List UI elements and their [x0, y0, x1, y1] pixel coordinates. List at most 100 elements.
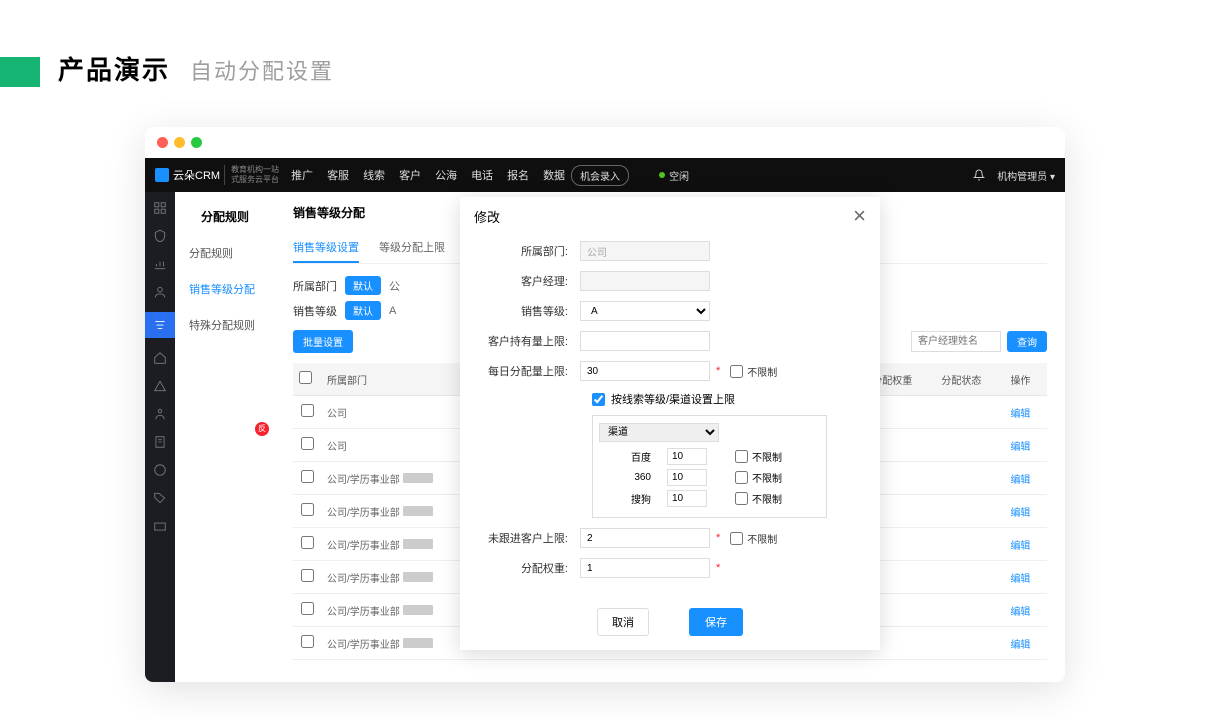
row-checkbox[interactable]	[301, 569, 314, 582]
side-panel: 分配规则 分配规则 销售等级分配 特殊分配规则	[175, 192, 275, 682]
tab-level-limit[interactable]: 等级分配上限	[379, 233, 445, 263]
filter-level-value: A	[389, 305, 396, 317]
modal-level-label: 销售等级:	[480, 303, 580, 319]
modal-weight-input[interactable]	[580, 558, 710, 578]
content-area: 反 销售等级分配 销售等级设置 等级分配上限 所属部门 默认 公 销售等级 默认…	[275, 192, 1065, 682]
nav-item-phone[interactable]: 电话	[471, 167, 493, 183]
sidebar-item-rules[interactable]: 分配规则	[175, 235, 275, 271]
channel-name: 360	[599, 472, 659, 483]
status-text: 空闲	[669, 168, 689, 183]
rail-triangle-icon[interactable]	[152, 378, 168, 394]
channel-toggle-label: 按线索等级/渠道设置上限	[611, 391, 735, 407]
select-all-checkbox[interactable]	[299, 371, 312, 384]
nav-item-pool[interactable]: 公海	[435, 167, 457, 183]
row-dept: 公司/学历事业部	[321, 495, 477, 528]
modal-daily-input[interactable]	[580, 361, 710, 381]
cancel-button[interactable]: 取消	[597, 608, 649, 636]
channel-limit-input[interactable]	[667, 448, 707, 465]
maximize-window-icon[interactable]	[191, 137, 202, 148]
channel-toggle-checkbox[interactable]	[592, 393, 605, 406]
nav-item-service[interactable]: 客服	[327, 167, 349, 183]
rail-chart-icon[interactable]	[152, 256, 168, 272]
edit-link[interactable]: 编辑	[1010, 607, 1030, 618]
modal-hold-input[interactable]	[580, 331, 710, 351]
channel-unlimited-check[interactable]: 不限制	[735, 449, 782, 464]
search-input[interactable]	[911, 331, 1001, 352]
row-checkbox[interactable]	[301, 437, 314, 450]
sidebar-item-special[interactable]: 特殊分配规则	[175, 307, 275, 343]
modal-title: 修改	[474, 207, 500, 226]
row-checkbox[interactable]	[301, 602, 314, 615]
row-dept: 公司/学历事业部	[321, 594, 477, 627]
edit-link[interactable]: 编辑	[1010, 640, 1030, 651]
filter-level-default-chip[interactable]: 默认	[345, 301, 381, 320]
edit-link[interactable]: 编辑	[1010, 541, 1030, 552]
sidebar-item-sales-level[interactable]: 销售等级分配	[175, 271, 275, 307]
channel-unlimited-check[interactable]: 不限制	[735, 491, 782, 506]
rail-shield-icon[interactable]	[152, 228, 168, 244]
edit-link[interactable]: 编辑	[1010, 409, 1030, 420]
col-checkbox	[293, 363, 321, 396]
tab-level-settings[interactable]: 销售等级设置	[293, 233, 359, 263]
filter-level-label: 销售等级	[293, 303, 337, 319]
nav-item-leads[interactable]: 线索	[363, 167, 385, 183]
unfollowed-unlimited-check[interactable]: 不限制	[730, 531, 777, 546]
minimize-window-icon[interactable]	[174, 137, 185, 148]
search-group: 查询	[911, 331, 1047, 352]
row-checkbox[interactable]	[301, 404, 314, 417]
channel-limit-input[interactable]	[667, 490, 707, 507]
search-button[interactable]: 查询	[1007, 331, 1047, 352]
nav-item-signup[interactable]: 报名	[507, 167, 529, 183]
rail-tag-icon[interactable]	[152, 490, 168, 506]
edit-link[interactable]: 编辑	[1010, 475, 1030, 486]
channel-limit-input[interactable]	[667, 469, 707, 486]
nav-items: 推广 客服 线索 客户 公海 电话 报名 数据	[291, 167, 565, 183]
row-checkbox[interactable]	[301, 536, 314, 549]
page-header: 产品演示 自动分配设置	[0, 0, 1210, 87]
row-checkbox[interactable]	[301, 470, 314, 483]
col-dept: 所属部门	[321, 363, 477, 396]
feedback-badge-icon[interactable]: 反	[255, 422, 269, 436]
bell-icon[interactable]	[973, 169, 985, 181]
logo-tagline: 教育机构一站式服务云平台	[224, 165, 279, 184]
channel-type-select[interactable]: 渠道	[599, 423, 719, 442]
nav-item-promo[interactable]: 推广	[291, 167, 313, 183]
modal-level-select[interactable]: A	[580, 301, 710, 321]
rail-card-icon[interactable]	[152, 518, 168, 534]
close-window-icon[interactable]	[157, 137, 168, 148]
edit-link[interactable]: 编辑	[1010, 508, 1030, 519]
nav-right: 机构管理员 ▾	[973, 168, 1055, 183]
row-checkbox[interactable]	[301, 635, 314, 648]
daily-unlimited-check[interactable]: 不限制	[730, 364, 777, 379]
filter-dept-default-chip[interactable]: 默认	[345, 276, 381, 295]
rail-file-icon[interactable]	[152, 434, 168, 450]
save-button[interactable]: 保存	[689, 608, 743, 636]
edit-link[interactable]: 编辑	[1010, 442, 1030, 453]
rail-dashboard-icon[interactable]	[152, 200, 168, 216]
rail-user-icon[interactable]	[152, 284, 168, 300]
nav-item-customers[interactable]: 客户	[399, 167, 421, 183]
rail-person-icon[interactable]	[152, 406, 168, 422]
rail-phone-icon[interactable]	[152, 462, 168, 478]
edit-link[interactable]: 编辑	[1010, 574, 1030, 585]
modal-manager-input	[580, 271, 710, 291]
modal-footer: 取消 保存	[460, 600, 880, 650]
close-icon[interactable]: ×	[853, 205, 866, 227]
side-panel-title: 分配规则	[175, 202, 275, 235]
app-window: 云朵CRM 教育机构一站式服务云平台 推广 客服 线索 客户 公海 电话 报名 …	[145, 127, 1065, 682]
batch-settings-button[interactable]: 批量设置	[293, 330, 353, 353]
row-checkbox[interactable]	[301, 503, 314, 516]
modal-unfollowed-input[interactable]	[580, 528, 710, 548]
modal-header: 修改 ×	[460, 197, 880, 235]
user-menu[interactable]: 机构管理员 ▾	[997, 168, 1055, 183]
filter-dept-value: 公	[389, 278, 400, 294]
modal-dept-input	[580, 241, 710, 261]
channel-row: 360 不限制	[599, 469, 820, 486]
rail-settings-icon[interactable]	[145, 312, 175, 338]
nav-item-data[interactable]: 数据	[543, 167, 565, 183]
channel-name: 百度	[599, 449, 659, 464]
rail-home-icon[interactable]	[152, 350, 168, 366]
modal-daily-label: 每日分配量上限:	[480, 363, 580, 379]
opportunity-entry-button[interactable]: 机会录入	[571, 165, 629, 186]
channel-unlimited-check[interactable]: 不限制	[735, 470, 782, 485]
